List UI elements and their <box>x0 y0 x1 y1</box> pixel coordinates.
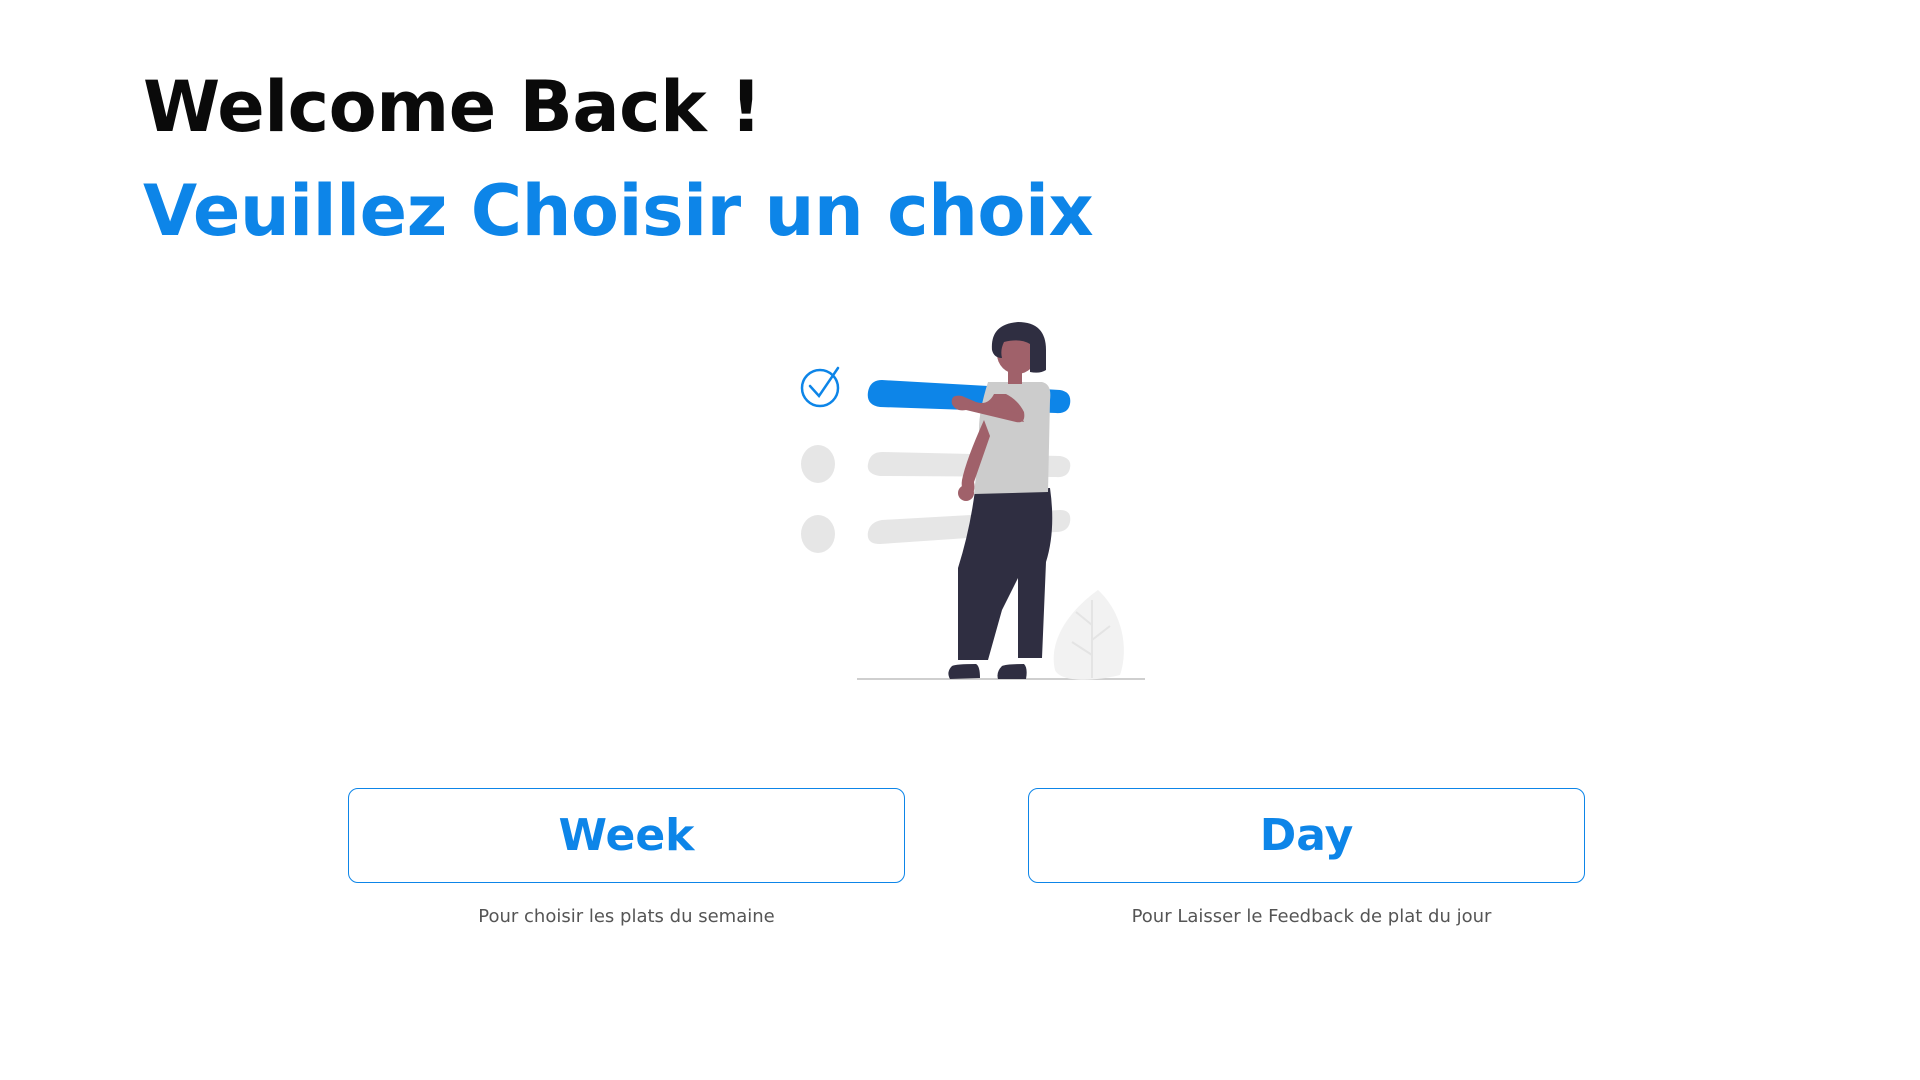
option-dot-2 <box>801 445 835 483</box>
option-dot-3 <box>801 515 835 553</box>
illustration-svg <box>800 322 1145 680</box>
choose-subheading: Veuillez Choisir un choix <box>143 170 1094 252</box>
person-figure <box>948 322 1053 679</box>
week-button-label: Week <box>558 810 695 861</box>
week-caption: Pour choisir les plats du semaine <box>478 906 775 927</box>
week-button[interactable]: Week <box>348 788 905 883</box>
checklist-person-illustration <box>780 310 1160 690</box>
day-button[interactable]: Day <box>1028 788 1585 883</box>
plant-icon <box>1053 590 1124 680</box>
welcome-heading: Welcome Back ! <box>143 66 762 148</box>
check-circle-icon <box>800 366 840 408</box>
day-button-label: Day <box>1259 810 1354 861</box>
day-caption: Pour Laisser le Feedback de plat du jour <box>1131 906 1492 927</box>
